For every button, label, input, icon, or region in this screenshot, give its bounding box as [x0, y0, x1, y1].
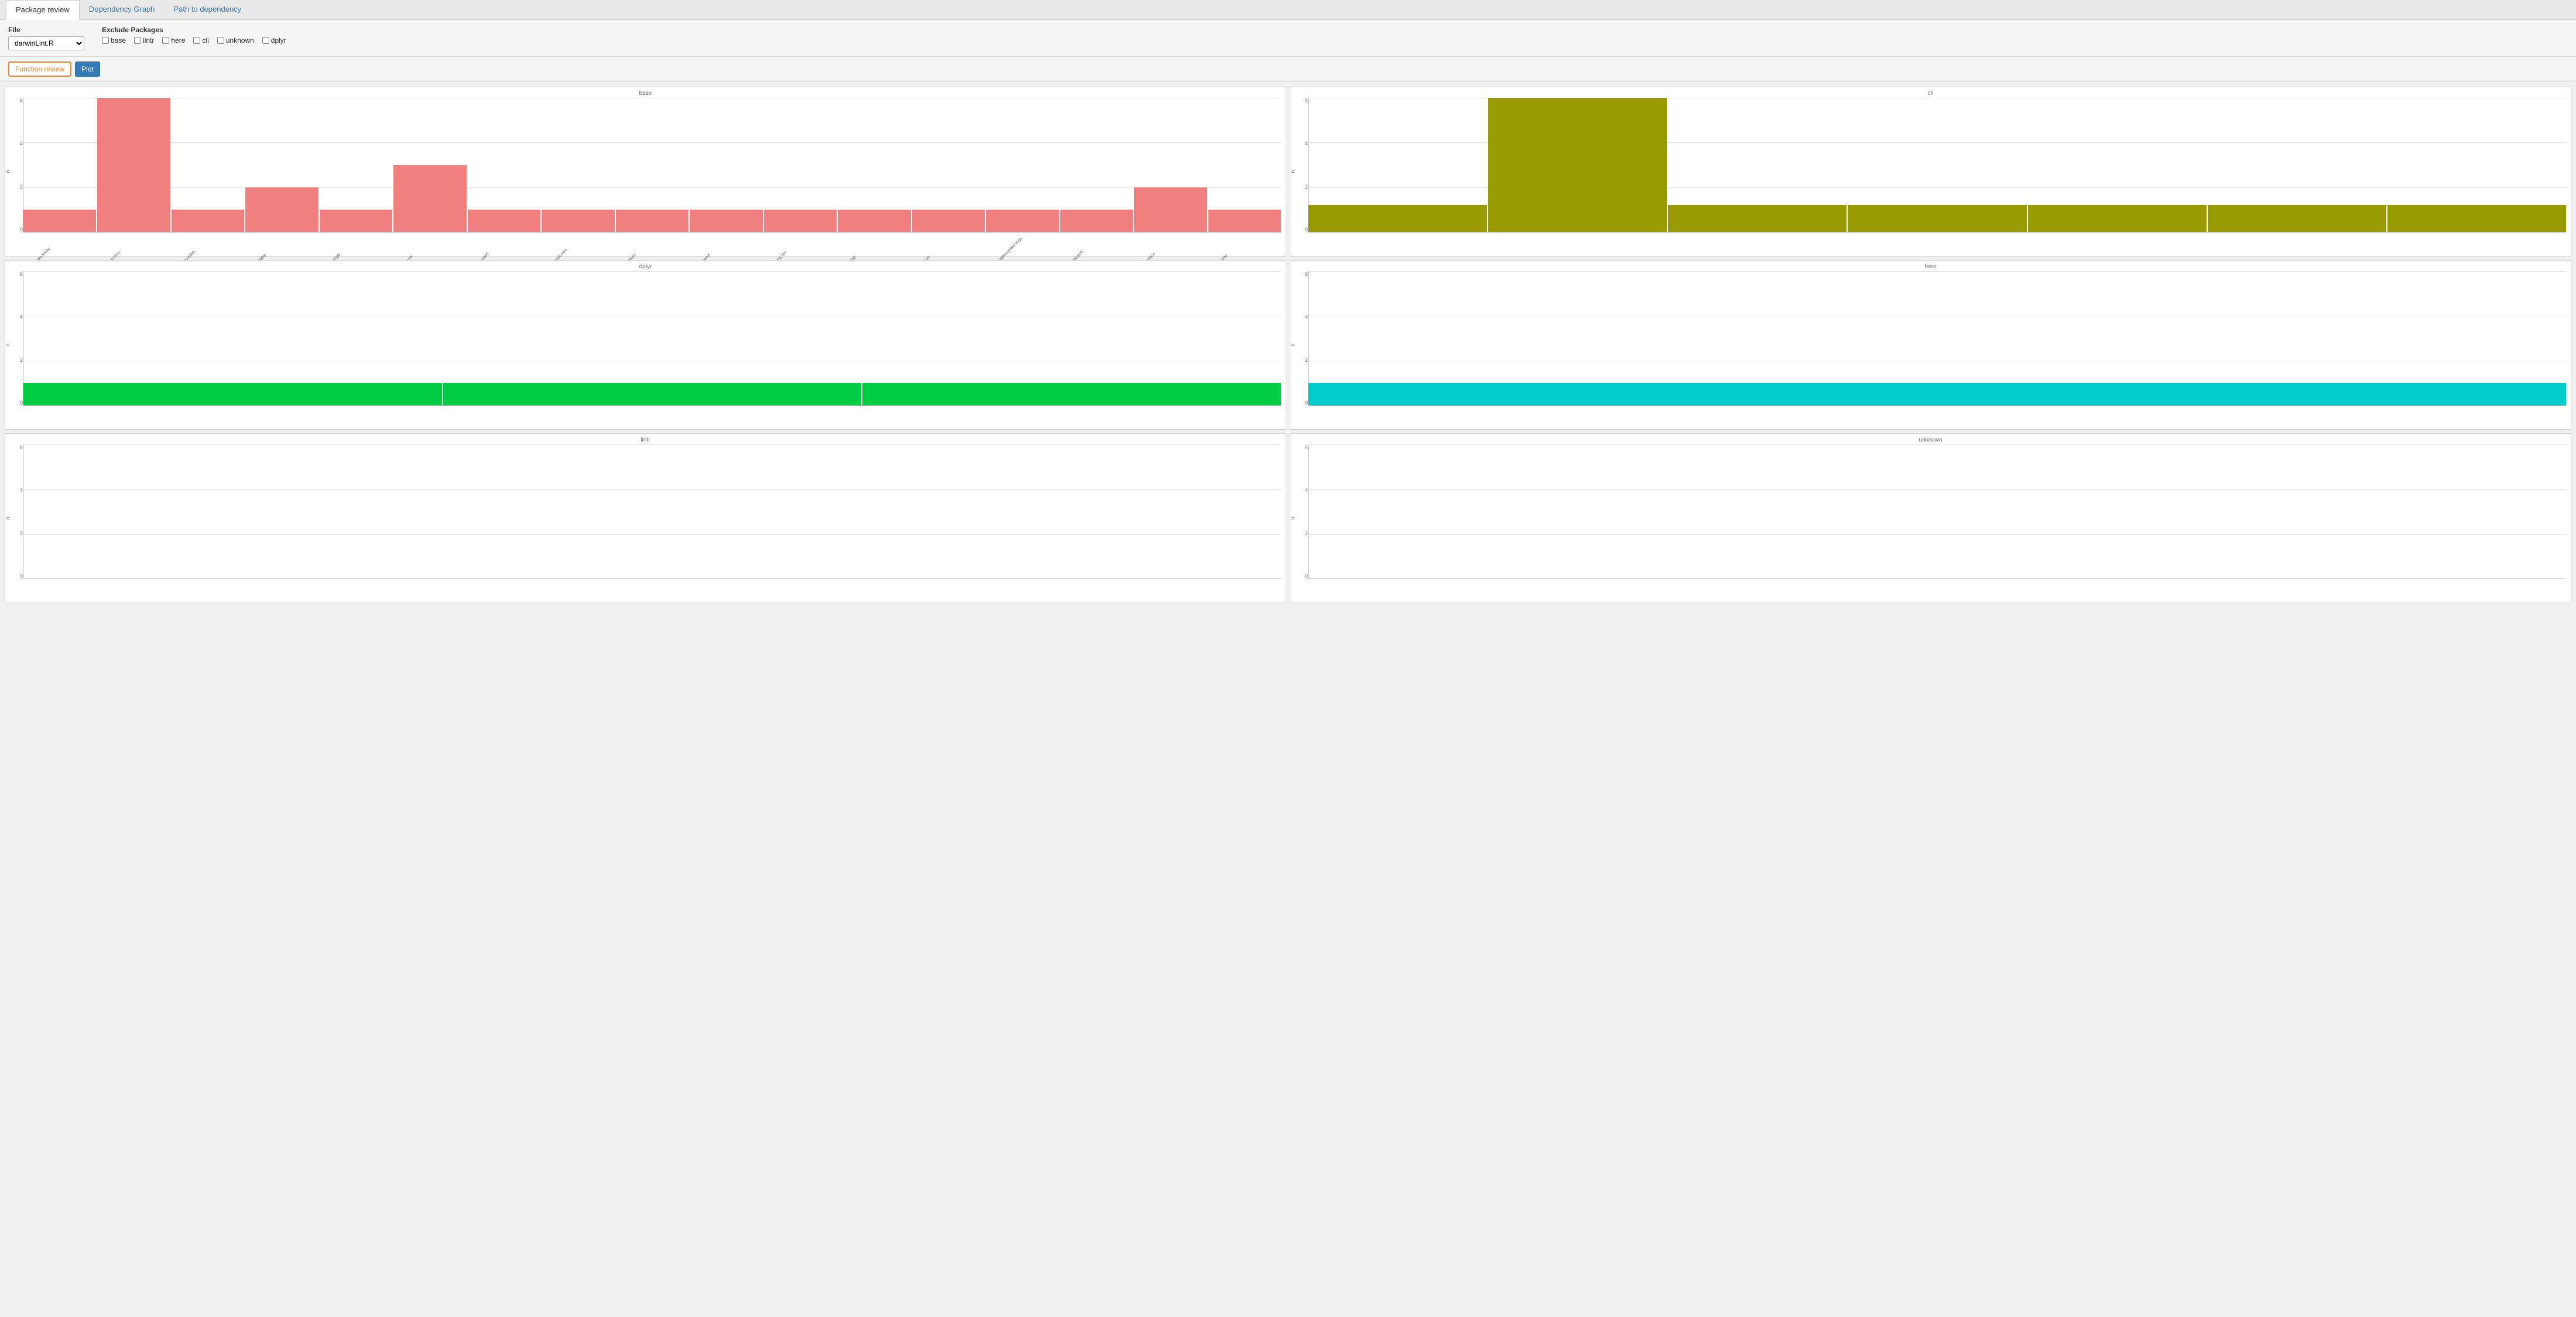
bar-summarise [443, 383, 862, 405]
bar-here [1308, 383, 2566, 405]
exclude-section: Exclude Packages base lintr here cli unk… [102, 26, 286, 45]
bar-tidy [862, 383, 1281, 405]
checkbox-cli-input[interactable] [193, 37, 200, 44]
chart-cli-title: cli [1290, 88, 2571, 97]
checkbox-group: base lintr here cli unknown dplyr [102, 36, 286, 45]
chart-lintr: lintr n 6 4 2 0 [5, 433, 1286, 603]
chart-lintr-title: lintr [5, 435, 1286, 443]
checkbox-cli: cli [193, 36, 208, 45]
chart-lintr-y-axis: 6 4 2 0 [10, 444, 23, 579]
checkbox-dplyr-label: dplyr [271, 36, 286, 45]
file-label: File [8, 26, 84, 34]
chart-here-x-labels: here [1308, 407, 2566, 428]
bar-cli_blue [1668, 205, 1847, 232]
checkbox-lintr-input[interactable] [134, 37, 141, 44]
checkbox-here: here [162, 36, 185, 45]
tab-dependency-graph[interactable]: Dependency Graph [80, 0, 165, 19]
chart-lintr-bars [23, 444, 1281, 579]
chart-base-title: base [5, 88, 1286, 97]
chart-lintr-x-labels [23, 580, 1281, 601]
checkbox-unknown: unknown [217, 36, 254, 45]
checkbox-base-input[interactable] [102, 37, 109, 44]
toolbar: File darwinLint.R Exclude Packages base … [0, 20, 2576, 57]
checkbox-base: base [102, 36, 126, 45]
chart-here-y-axis: 6 4 2 0 [1295, 271, 1308, 406]
chart-dplyr: dplyr n 6 4 2 0 group_bysummarisetidy [5, 260, 1286, 430]
checkbox-lintr-label: lintr [143, 36, 154, 45]
chart-dplyr-x-labels: group_bysummarisetidy [23, 407, 1281, 428]
tab-path-to-dependency[interactable]: Path to dependency [165, 0, 251, 19]
charts-area: base n 6 4 2 0 data.framefunctioninvisib… [0, 82, 2576, 611]
exclude-label: Exclude Packages [102, 26, 286, 34]
chart-base-y-axis: 6 4 2 0 [10, 98, 23, 232]
chart-base-x-labels: data.framefunctioninvisiblelapplylengthn… [23, 234, 1281, 255]
chart-cli-x-labels: cli_alert_dangercli_alert_infocli_bluecl… [1308, 234, 2566, 255]
tab-package-review[interactable]: Package review [6, 0, 80, 20]
chart-unknown: unknown n 6 4 2 0 [1290, 433, 2571, 603]
bar-cli_red [2208, 205, 2386, 232]
chart-cli-y-axis: 5 4 2 0 [1295, 98, 1308, 232]
tabs-bar: Package review Dependency Graph Path to … [0, 0, 2576, 20]
chart-cli: cli n 5 4 2 0 cli_alert_dangercli_alert_… [1290, 87, 2571, 256]
checkbox-unknown-label: unknown [226, 36, 254, 45]
chart-base: base n 6 4 2 0 data.framefunctioninvisib… [5, 87, 1286, 256]
chart-here: here n 6 4 2 0 here [1290, 260, 2571, 430]
action-buttons: Function review Plot [0, 57, 2576, 82]
chart-unknown-x-labels [1308, 580, 2566, 601]
chart-dplyr-y-axis: 6 4 2 0 [10, 271, 23, 406]
checkbox-here-label: here [171, 36, 185, 45]
file-section: File darwinLint.R [8, 26, 84, 50]
chart-cli-bars [1308, 98, 2566, 232]
chart-unknown-title: unknown [1290, 435, 2571, 443]
chart-here-title: here [1290, 262, 2571, 270]
chart-base-bars [23, 98, 1281, 232]
checkbox-here-input[interactable] [162, 37, 169, 44]
checkbox-dplyr-input[interactable] [262, 37, 269, 44]
bar-group_by [23, 383, 442, 405]
charts-row-1: base n 6 4 2 0 data.framefunctioninvisib… [5, 87, 2571, 256]
chart-dplyr-title: dplyr [5, 262, 1286, 270]
plot-button[interactable]: Plot [75, 61, 100, 77]
bar-cli_yellow [2387, 205, 2566, 232]
file-select-wrapper: darwinLint.R [8, 36, 84, 50]
checkbox-cli-label: cli [202, 36, 208, 45]
file-dropdown[interactable]: darwinLint.R [8, 36, 84, 50]
function-review-button[interactable]: Function review [8, 61, 71, 77]
charts-row-3: lintr n 6 4 2 0 unknown n 6 4 [5, 433, 2571, 603]
bar-cli_alert_danger [1308, 205, 1487, 232]
chart-unknown-bars [1308, 444, 2566, 579]
checkbox-dplyr: dplyr [262, 36, 286, 45]
bar-nrow [393, 165, 466, 232]
checkbox-lintr: lintr [134, 36, 154, 45]
checkbox-unknown-input[interactable] [217, 37, 224, 44]
charts-row-2: dplyr n 6 4 2 0 group_bysummarisetidy he… [5, 260, 2571, 430]
bar-cli_green [1848, 205, 2026, 232]
chart-here-bars [1308, 271, 2566, 406]
chart-unknown-y-axis: 6 4 2 0 [1295, 444, 1308, 579]
bar-cli_alert_info [1488, 98, 1667, 232]
checkbox-base-label: base [111, 36, 126, 45]
